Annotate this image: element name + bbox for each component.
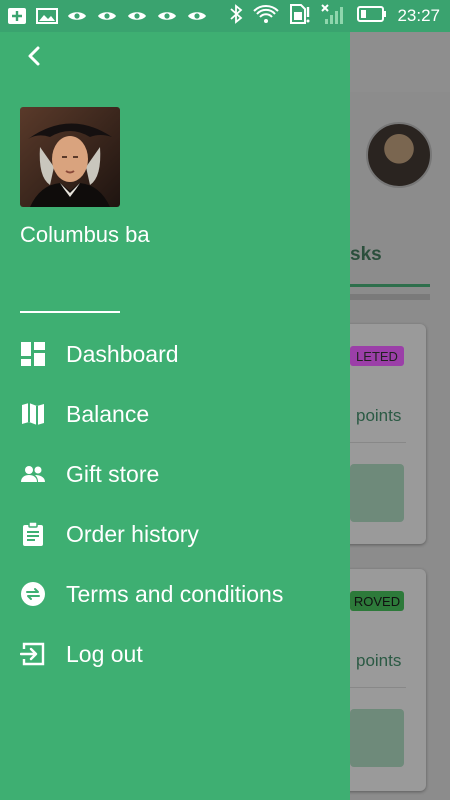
swap-icon [20, 581, 46, 607]
background-divider [350, 294, 430, 300]
drawer-menu: Dashboard Balance Gift store Order histo… [0, 324, 350, 684]
eye-icon [126, 7, 148, 25]
navigation-drawer: Columbus ba Dashboard Balance Gift store [0, 32, 350, 800]
menu-item-label: Gift store [66, 460, 160, 487]
chevron-left-icon [26, 45, 42, 72]
eye-icon [156, 7, 178, 25]
battery-icon [357, 5, 387, 27]
menu-item-balance[interactable]: Balance [0, 384, 350, 444]
status-bar-notifications [0, 7, 208, 25]
add-box-icon [6, 7, 28, 25]
menu-item-gift-store[interactable]: Gift store [0, 444, 350, 504]
points-label: points [356, 406, 402, 425]
clipboard-icon [20, 521, 46, 547]
menu-item-label: Dashboard [66, 340, 179, 367]
people-icon [20, 461, 46, 487]
sim-alert-icon [289, 3, 311, 29]
points-label: points [356, 651, 402, 670]
background-tab-indicator [350, 284, 430, 287]
background-tab-label: sks [350, 244, 382, 265]
menu-item-log-out[interactable]: Log out [0, 624, 350, 684]
profile-picture [20, 107, 120, 207]
status-bar: 23:27 [0, 0, 450, 32]
profile-divider [20, 311, 120, 313]
card-action-area [350, 709, 404, 767]
eye-icon [186, 7, 208, 25]
logout-icon [20, 641, 46, 667]
background-avatar [366, 122, 432, 188]
menu-item-terms[interactable]: Terms and conditions [0, 564, 350, 624]
back-button[interactable] [18, 42, 50, 74]
eye-icon [66, 7, 88, 25]
eye-icon [96, 7, 118, 25]
card-divider [350, 687, 406, 688]
status-badge: ROVED [350, 591, 404, 611]
profile-name: Columbus ba [20, 222, 150, 247]
bluetooth-icon [229, 3, 243, 29]
status-bar-system: 23:27 [229, 3, 450, 30]
menu-item-label: Order history [66, 520, 199, 547]
menu-item-label: Terms and conditions [66, 580, 284, 607]
map-icon [20, 401, 46, 427]
menu-item-label: Log out [66, 640, 143, 667]
status-badge: LETED [350, 346, 404, 366]
menu-item-order-history[interactable]: Order history [0, 504, 350, 564]
wifi-icon [253, 4, 280, 29]
signal-icon [321, 3, 347, 30]
card-divider [350, 442, 406, 443]
dashboard-icon [20, 341, 46, 367]
status-time: 23:27 [397, 6, 440, 25]
card-action-area [350, 464, 404, 522]
image-icon [36, 7, 58, 25]
menu-item-label: Balance [66, 400, 150, 427]
menu-item-dashboard[interactable]: Dashboard [0, 324, 350, 384]
